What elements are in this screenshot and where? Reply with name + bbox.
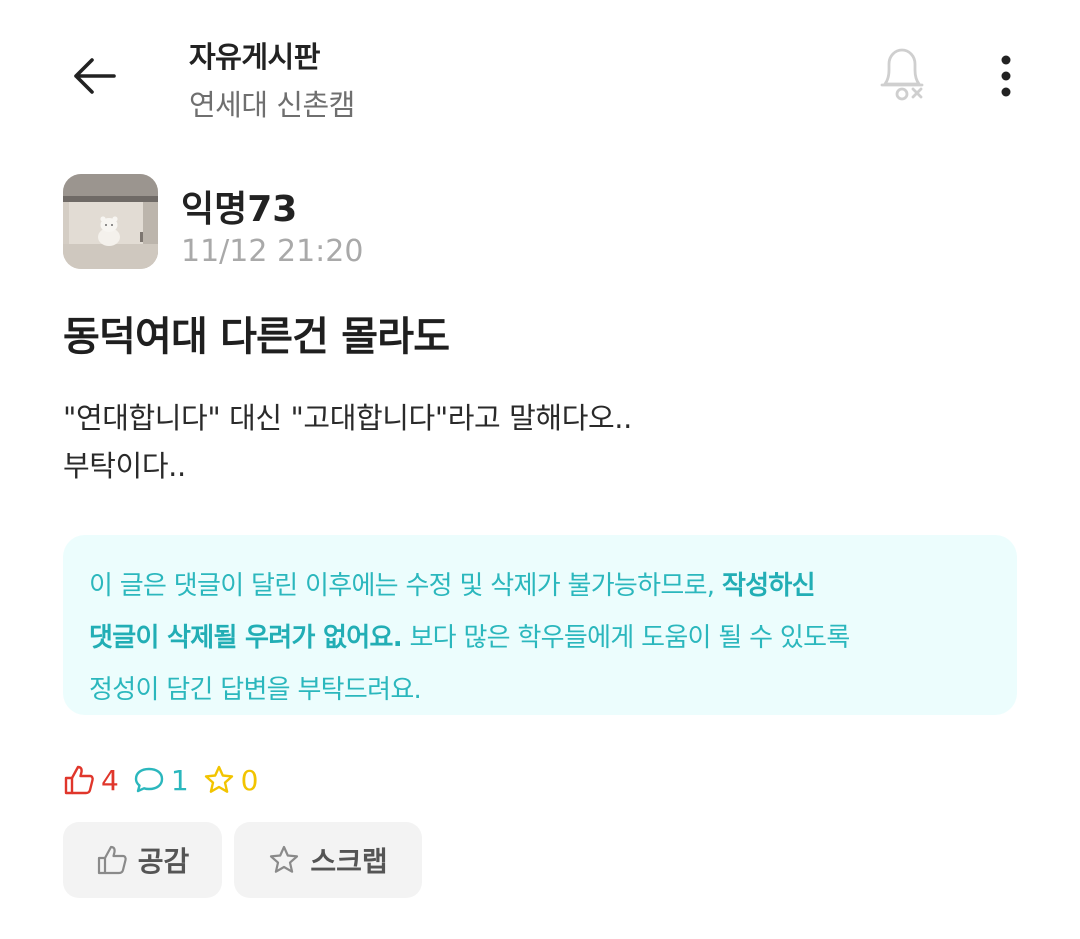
thumbs-up-icon xyxy=(64,765,94,795)
notice-emphasis: 작성하신 xyxy=(721,571,816,601)
post-body-line: "연대합니다" 대신 "고대합니다"라고 말해다오.. xyxy=(63,401,632,435)
scrap-button[interactable]: 스크랩 xyxy=(234,822,422,898)
post-stats: 4 1 0 xyxy=(63,760,272,800)
top-bar: 자유게시판 연세대 신촌캠 xyxy=(0,0,1080,150)
star-icon xyxy=(204,765,233,793)
scrap-button-label: 스크랩 xyxy=(310,845,388,878)
post-title: 동덕여대 다른건 몰라도 xyxy=(63,314,450,360)
comment-policy-notice: 이 글은 댓글이 달린 이후에는 수정 및 삭제가 불가능하므로, 작성하신 댓… xyxy=(63,535,1017,715)
notice-text: 보다 많은 학우들에게 도움이 될 수 있도록 xyxy=(401,623,850,653)
like-button[interactable]: 공감 xyxy=(63,822,222,898)
post-body: "연대합니다" 대신 "고대합니다"라고 말해다오.. 부탁이다.. xyxy=(63,394,1013,490)
star-icon xyxy=(270,845,299,873)
notice-emphasis: 댓글이 삭제될 우려가 없어요. xyxy=(89,623,403,653)
thumbs-up-icon xyxy=(97,845,127,875)
more-options-button[interactable] xyxy=(980,46,1032,106)
comment-count-value: 1 xyxy=(170,763,189,797)
like-count: 4 xyxy=(63,764,119,797)
bell-off-icon xyxy=(880,48,924,101)
notice-text: 정성이 담긴 답변을 부탁드려요. xyxy=(89,675,422,705)
like-button-label: 공감 xyxy=(137,845,190,878)
like-count-value: 4 xyxy=(101,763,119,797)
notification-toggle-button[interactable] xyxy=(870,42,934,106)
speech-bubble-icon xyxy=(134,767,164,793)
avatar[interactable] xyxy=(63,174,158,269)
scrap-count: 0 xyxy=(203,763,259,797)
back-button[interactable] xyxy=(58,46,130,106)
board-subtitle: 연세대 신촌캠 xyxy=(189,88,355,122)
post-body-line: 부탁이다.. xyxy=(63,449,186,483)
board-title: 자유게시판 xyxy=(189,40,320,74)
scrap-count-value: 0 xyxy=(240,763,259,797)
notice-text: 이 글은 댓글이 달린 이후에는 수정 및 삭제가 불가능하므로, xyxy=(89,571,722,601)
post-timestamp: 11/12 21:20 xyxy=(181,234,364,269)
author-name: 익명73 xyxy=(181,189,298,230)
post-author-section: 익명73 11/12 21:20 xyxy=(63,174,663,274)
more-vertical-icon xyxy=(1001,55,1011,97)
comment-count: 1 xyxy=(133,764,189,797)
arrow-left-icon xyxy=(74,58,116,94)
